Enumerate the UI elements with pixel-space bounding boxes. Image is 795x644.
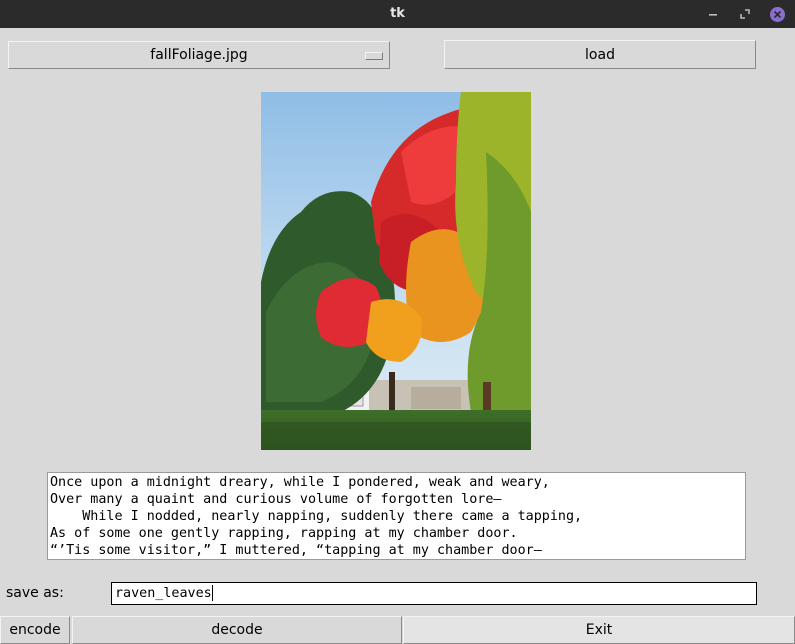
save-as-input[interactable]: raven_leaves xyxy=(111,582,757,605)
poem-line: While I nodded, nearly napping, suddenly… xyxy=(50,509,583,524)
dropdown-indicator-icon xyxy=(365,52,383,60)
text-caret xyxy=(211,585,213,601)
load-button[interactable]: load xyxy=(444,40,756,69)
message-textbox[interactable]: Once upon a midnight dreary, while I pon… xyxy=(47,472,746,560)
save-as-label: save as: xyxy=(6,585,64,601)
image-file-selected: fallFoliage.jpg xyxy=(150,47,248,63)
save-as-value: raven_leaves xyxy=(115,586,212,601)
exit-button[interactable]: Exit xyxy=(403,616,795,644)
poem-line: Once upon a midnight dreary, while I pon… xyxy=(50,475,550,490)
message-text: Once upon a midnight dreary, while I pon… xyxy=(48,473,745,559)
maximize-button[interactable] xyxy=(737,6,753,22)
preview-image xyxy=(261,92,531,450)
poem-line: As of some one gently rapping, rapping a… xyxy=(50,526,518,541)
fall-foliage-photo xyxy=(261,92,531,450)
minimize-button[interactable] xyxy=(705,6,721,22)
close-icon xyxy=(769,6,785,22)
close-button[interactable] xyxy=(769,6,785,22)
window-titlebar: tk xyxy=(0,0,795,28)
window-title: tk xyxy=(390,6,405,21)
minimize-icon xyxy=(709,14,717,16)
image-file-dropdown[interactable]: fallFoliage.jpg xyxy=(8,41,390,69)
poem-line: “’Tis some visitor,” I muttered, “tappin… xyxy=(50,543,542,558)
decode-button[interactable]: decode xyxy=(72,616,402,644)
poem-line: Over many a quaint and curious volume of… xyxy=(50,492,502,507)
maximize-icon xyxy=(740,9,750,19)
encode-button[interactable]: encode xyxy=(0,616,70,644)
